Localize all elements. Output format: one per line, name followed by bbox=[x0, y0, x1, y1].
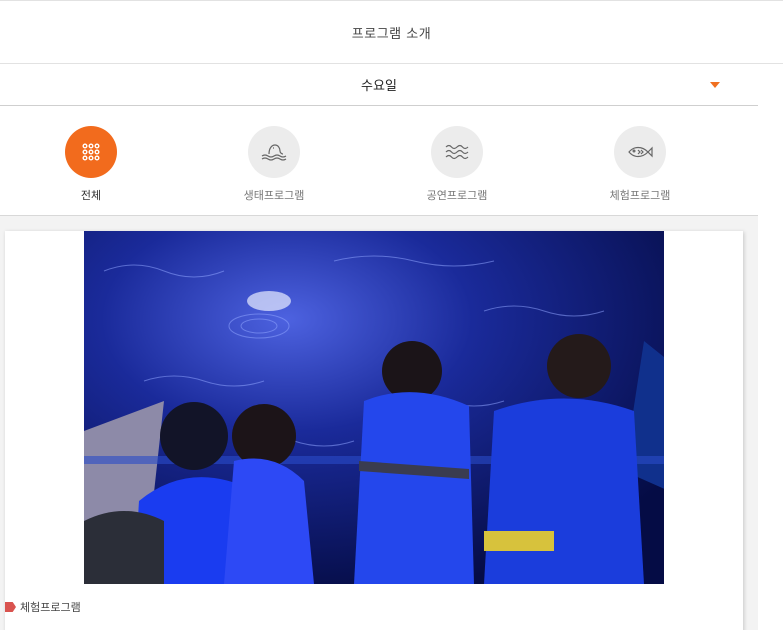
tab-all-label: 전체 bbox=[80, 189, 102, 202]
tab-experience-label: 체험프로그램 bbox=[609, 189, 671, 202]
day-select-dropdown[interactable]: 수요일 bbox=[0, 64, 758, 106]
page-title: 프로그램 소개 bbox=[351, 26, 432, 42]
tab-ecology[interactable]: 생태프로그램 bbox=[229, 126, 319, 203]
program-category-tag: 체험프로그램 bbox=[5, 599, 81, 615]
program-card[interactable]: 체험프로그램 bbox=[5, 231, 743, 630]
waves-icon bbox=[431, 126, 483, 178]
category-tabs: 전체 생태프로그램 공연프로그램 체험프로그램 bbox=[0, 106, 758, 216]
tab-performance[interactable]: 공연프로그램 bbox=[412, 126, 502, 203]
program-photo bbox=[84, 231, 664, 584]
seal-on-wave-icon bbox=[248, 126, 300, 178]
tab-experience[interactable]: 체험프로그램 bbox=[595, 126, 685, 203]
scrollbar[interactable] bbox=[768, 216, 783, 630]
program-list: 체험프로그램 bbox=[0, 216, 758, 630]
tag-marker-icon bbox=[5, 602, 16, 612]
day-select-value: 수요일 bbox=[361, 79, 397, 94]
caret-down-icon bbox=[710, 82, 720, 88]
tab-performance-label: 공연프로그램 bbox=[426, 189, 488, 202]
page-header: 프로그램 소개 bbox=[0, 0, 783, 64]
fish-icon bbox=[614, 126, 666, 178]
tab-all[interactable]: 전체 bbox=[46, 126, 136, 203]
grid-icon bbox=[65, 126, 117, 178]
program-category-label: 체험프로그램 bbox=[20, 601, 81, 614]
tab-ecology-label: 생태프로그램 bbox=[243, 189, 305, 202]
